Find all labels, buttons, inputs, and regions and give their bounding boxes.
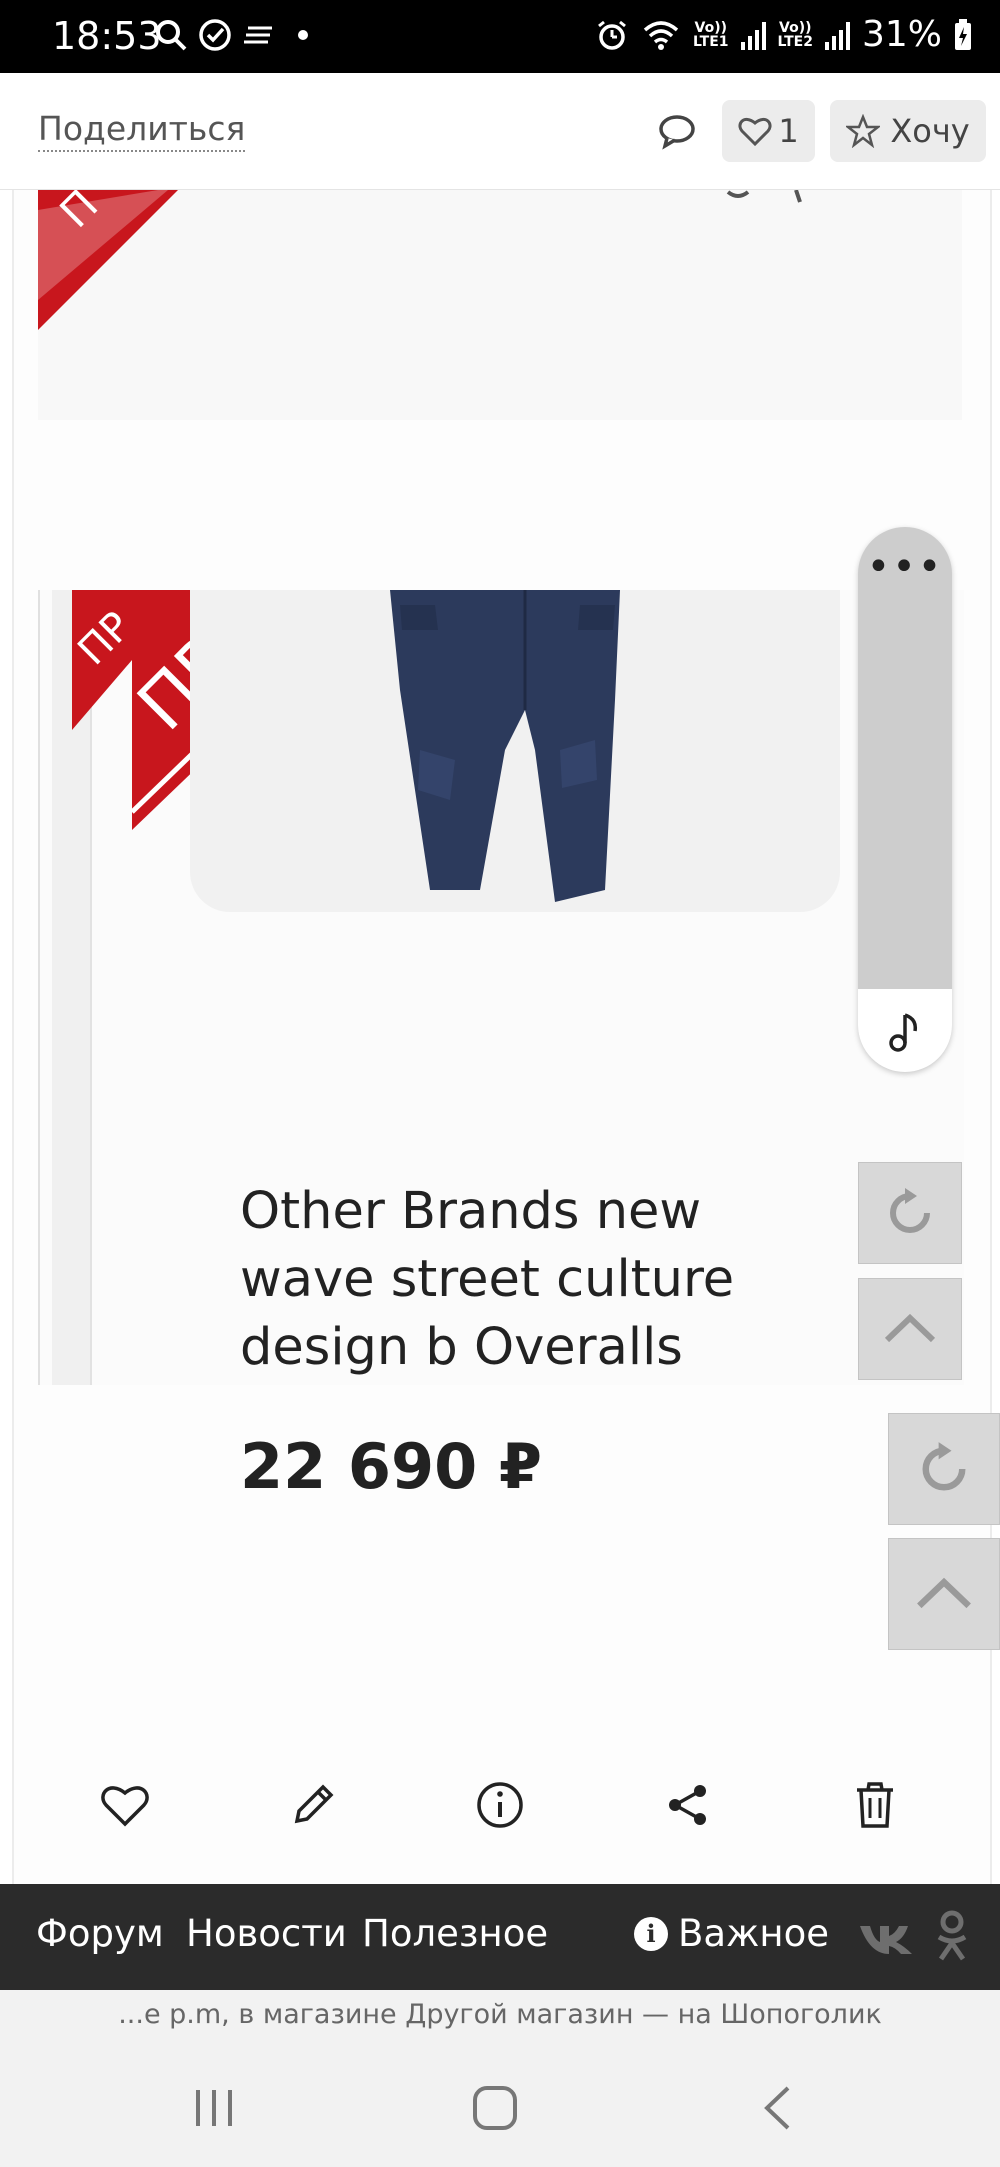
share-link[interactable]: Поделиться bbox=[38, 109, 246, 152]
alarm-icon bbox=[598, 20, 626, 50]
star-icon bbox=[846, 114, 881, 148]
nav-news[interactable]: Новости bbox=[186, 1912, 347, 1955]
scroll-up-button-1[interactable] bbox=[858, 1278, 962, 1380]
ok-icon[interactable] bbox=[933, 1909, 971, 1965]
check-circle-icon bbox=[199, 19, 231, 51]
like-action-button[interactable] bbox=[90, 1770, 160, 1840]
refresh-button-2[interactable] bbox=[888, 1413, 1000, 1525]
heart-outline-icon bbox=[101, 1786, 149, 1827]
partial-mark bbox=[726, 190, 802, 203]
app-bar: Поделиться 1 Хочу bbox=[0, 73, 1000, 190]
nav-useful[interactable]: Полезное bbox=[362, 1912, 548, 1955]
search-icon bbox=[156, 20, 187, 51]
want-button[interactable]: Хочу bbox=[830, 100, 986, 162]
trash-icon bbox=[857, 1782, 893, 1828]
signal1-icon bbox=[740, 20, 766, 50]
like-count: 1 bbox=[778, 112, 799, 150]
product-title: Other Brands new wave street culture des… bbox=[240, 1182, 735, 1377]
nav-important[interactable]: i Важное bbox=[634, 1912, 829, 1955]
recent-apps-icon[interactable] bbox=[192, 2086, 236, 2130]
vk-icon[interactable] bbox=[858, 1922, 916, 1956]
nav-important-label: Важное bbox=[678, 1912, 829, 1955]
info-button[interactable] bbox=[465, 1770, 535, 1840]
overalls-image bbox=[390, 590, 620, 902]
battery-percent: 31% bbox=[861, 14, 942, 55]
like-button[interactable]: 1 bbox=[722, 100, 815, 162]
info-filled-icon: i bbox=[634, 1916, 668, 1951]
refresh-icon bbox=[922, 1442, 966, 1491]
floating-menu[interactable]: ••• bbox=[858, 527, 952, 1072]
scroll-up-button-2[interactable] bbox=[888, 1538, 1000, 1650]
share-button[interactable] bbox=[653, 1770, 723, 1840]
heart-icon bbox=[738, 117, 772, 146]
previous-image-slice: П bbox=[38, 190, 962, 420]
site-bottom-nav: Форум Новости Полезное i Важное bbox=[0, 1884, 1000, 1990]
more-dots-icon[interactable]: ••• bbox=[858, 547, 952, 587]
page-caption: ...е p.m, в магазине Другой магазин — на… bbox=[0, 1990, 1000, 2040]
status-left-icons bbox=[154, 18, 308, 52]
chevron-up-icon bbox=[884, 1313, 936, 1343]
notification-dot-icon bbox=[298, 30, 308, 40]
want-label: Хочу bbox=[890, 112, 970, 150]
post-actions bbox=[90, 1770, 910, 1840]
status-bar: 18:53 Vo)) LTE1 Vo)) LTE2 31% bbox=[0, 0, 1000, 73]
refresh-button-1[interactable] bbox=[858, 1162, 962, 1264]
lte1-label: Vo)) LTE1 bbox=[693, 19, 729, 50]
ribbon-corner: П bbox=[38, 190, 178, 330]
info-icon bbox=[477, 1782, 523, 1828]
delete-button[interactable] bbox=[840, 1770, 910, 1840]
post-content: П ПРО ПР Other Brands new wave street cu… bbox=[0, 190, 1000, 1884]
chevron-up-icon bbox=[917, 1577, 971, 1609]
wifi-icon bbox=[643, 20, 679, 50]
status-time: 18:53 bbox=[52, 14, 162, 58]
product-price: 22 690 ₽ bbox=[240, 1430, 543, 1503]
music-note-icon bbox=[889, 1012, 918, 1052]
signal2-icon bbox=[824, 20, 850, 50]
lte2-label: Vo)) LTE2 bbox=[777, 19, 813, 50]
home-icon[interactable] bbox=[472, 2085, 518, 2131]
status-right-icons: Vo)) LTE1 Vo)) LTE2 31% bbox=[595, 14, 972, 55]
nav-forum[interactable]: Форум bbox=[36, 1912, 164, 1955]
comment-button[interactable] bbox=[655, 109, 699, 153]
back-icon[interactable] bbox=[762, 2085, 792, 2131]
product-image[interactable] bbox=[190, 590, 840, 912]
notes-icon bbox=[244, 26, 272, 44]
share-icon bbox=[668, 1785, 706, 1825]
comment-icon bbox=[659, 115, 695, 150]
edit-button[interactable] bbox=[278, 1770, 348, 1840]
pencil-icon bbox=[294, 1784, 333, 1824]
battery-charging-icon bbox=[955, 18, 971, 50]
system-nav-bar bbox=[0, 2040, 1000, 2167]
refresh-icon bbox=[890, 1188, 930, 1233]
